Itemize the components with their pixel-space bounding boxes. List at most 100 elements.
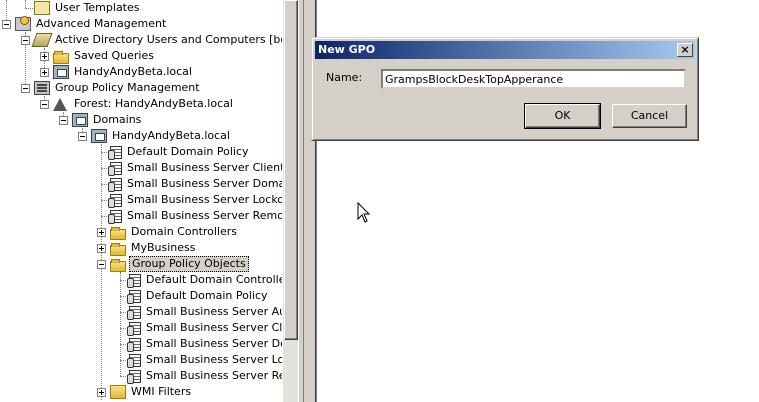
collapse-icon[interactable] <box>40 99 49 109</box>
collapse-icon[interactable] <box>78 131 87 141</box>
name-label: Name: <box>326 71 363 84</box>
wmi-folder-icon <box>110 385 126 399</box>
gpo-icon <box>127 289 141 304</box>
tree-item-label: Domain Controllers <box>131 225 238 238</box>
tree-item-gpo-link[interactable]: Small Business Server Remote A <box>108 208 282 224</box>
expand-icon[interactable] <box>40 51 49 61</box>
gpo-icon <box>127 369 141 384</box>
dialog-title: New GPO <box>318 43 376 56</box>
gpm-icon <box>34 81 50 95</box>
tree-item-gpo[interactable]: Small Business Server Client <box>127 320 282 336</box>
collapse-icon[interactable] <box>21 83 30 93</box>
expand-icon[interactable] <box>97 387 106 397</box>
tree-item-gpo[interactable]: Small Business Server Doma <box>127 336 282 352</box>
expand-icon[interactable] <box>97 243 106 253</box>
tree-item-advanced-management[interactable]: Advanced Management <box>2 16 168 32</box>
tree-item-group-policy-management[interactable]: Group Policy Management <box>21 80 202 96</box>
forest-icon <box>53 97 67 111</box>
expand-icon[interactable] <box>40 67 49 77</box>
folder-icon <box>53 50 69 64</box>
tree-item-label: Small Business Server Audit <box>146 305 282 318</box>
domain-icon <box>91 129 107 143</box>
tree-item-user-templates[interactable]: User Templates <box>34 0 142 16</box>
gpo-link-icon <box>108 161 122 176</box>
tree-item-label: Advanced Management <box>36 17 167 30</box>
gpo-icon <box>127 337 141 352</box>
domain-icon <box>53 65 69 79</box>
tree-item-label: Default Domain Policy <box>146 289 268 302</box>
tree-item-label: Small Business Server Client Cor <box>127 161 282 174</box>
tree-item-gpo[interactable]: Small Business Server Audit <box>127 304 282 320</box>
gpo-icon <box>127 273 141 288</box>
tree-item-ad-domain[interactable]: HandyAndyBeta.local <box>40 64 194 80</box>
tree-item-gpo-link[interactable]: Default Domain Policy <box>108 144 251 160</box>
ou-icon <box>110 226 126 240</box>
tree-item-gpo[interactable]: Small Business Server Locko <box>127 352 282 368</box>
gpo-icon <box>127 353 141 368</box>
gpo-icon <box>127 321 141 336</box>
tree-item-label: Small Business Server Remo <box>146 369 282 382</box>
tree-item-ad-users-computers[interactable]: Active Directory Users and Computers [bo… <box>21 32 282 48</box>
mouse-cursor-icon <box>357 202 371 223</box>
tree-item-label: Active Directory Users and Computers [bo… <box>55 33 282 46</box>
tree-item-label: Default Domain Policy <box>127 145 249 158</box>
collapse-icon[interactable] <box>2 19 11 29</box>
tree-item-gpo-link[interactable]: Small Business Server Domain P <box>108 176 282 192</box>
tree-item-gpo[interactable]: Default Domain Policy <box>127 288 270 304</box>
tree-item-domain[interactable]: HandyAndyBeta.local <box>78 128 232 144</box>
tree-item-label: Small Business Server Remote A <box>127 209 282 222</box>
name-input[interactable] <box>381 69 686 89</box>
tree-item-label: WMI Filters <box>131 385 192 398</box>
tree-item-group-policy-objects[interactable]: Group Policy Objects <box>97 256 249 272</box>
domains-icon <box>72 113 88 127</box>
tree-item-wmi-filters[interactable]: WMI Filters <box>97 384 193 400</box>
tree-item-gpo-link[interactable]: Small Business Server Lockout F <box>108 192 282 208</box>
tree-item-gpo[interactable]: Small Business Server Remo <box>127 368 282 384</box>
ou-icon <box>110 242 126 256</box>
gpo-link-icon <box>108 193 122 208</box>
ad-icon <box>31 33 53 47</box>
tree-item-label: HandyAndyBeta.local <box>112 129 230 142</box>
expand-icon[interactable] <box>97 227 106 237</box>
tree-item-gpo[interactable]: Default Domain Controllers <box>127 272 282 288</box>
tree-item-label: Saved Queries <box>74 49 154 62</box>
tree-item-label: Small Business Server Locko <box>146 353 282 366</box>
tree-item-label: HandyAndyBeta.local <box>74 65 192 78</box>
management-icon <box>15 16 31 31</box>
tree-item-domains[interactable]: Domains <box>59 112 143 128</box>
tree-item-mybusiness[interactable]: MyBusiness <box>97 240 198 256</box>
console-tree: User Templates Advanced Management Activ… <box>0 0 282 402</box>
cancel-button[interactable]: Cancel <box>612 104 687 128</box>
collapse-icon[interactable] <box>97 259 106 269</box>
gpo-link-icon <box>108 177 122 192</box>
tree-item-label: Group Policy Management <box>55 81 200 94</box>
tree-item-label: Forest: HandyAndyBeta.local <box>74 97 233 110</box>
scrollbar-thumb[interactable] <box>284 0 298 340</box>
tree-scrollbar[interactable] <box>282 0 298 402</box>
gpo-folder-icon <box>110 258 126 272</box>
ok-button[interactable]: OK <box>524 103 601 129</box>
close-icon: × <box>680 43 690 56</box>
new-gpo-dialog: New GPO × Name: OK Cancel <box>311 37 699 141</box>
tree-item-gpo-link[interactable]: Small Business Server Client Cor <box>108 160 282 176</box>
tree-item-label: Small Business Server Doma <box>146 337 282 350</box>
tree-item-label: MyBusiness <box>131 241 196 254</box>
collapse-icon[interactable] <box>21 35 30 45</box>
template-icon <box>34 1 50 15</box>
gpo-link-icon <box>108 209 122 224</box>
tree-item-forest[interactable]: Forest: HandyAndyBeta.local <box>40 96 235 112</box>
tree-item-domain-controllers[interactable]: Domain Controllers <box>97 224 239 240</box>
tree-item-label: Small Business Server Lockout F <box>127 193 282 206</box>
gpo-link-icon <box>108 145 122 160</box>
tree-item-label: User Templates <box>55 1 140 14</box>
tree-item-label: Group Policy Objects <box>129 256 249 272</box>
tree-item-saved-queries[interactable]: Saved Queries <box>40 48 156 64</box>
tree-item-label: Small Business Server Client <box>146 321 282 334</box>
close-button[interactable]: × <box>677 43 693 57</box>
tree-item-label: Small Business Server Domain P <box>127 177 282 190</box>
dialog-titlebar[interactable]: New GPO × <box>315 41 695 59</box>
gpo-icon <box>127 305 141 320</box>
tree-item-label: Default Domain Controllers <box>146 273 282 286</box>
collapse-icon[interactable] <box>59 115 68 125</box>
tree-item-label: Domains <box>93 113 142 126</box>
